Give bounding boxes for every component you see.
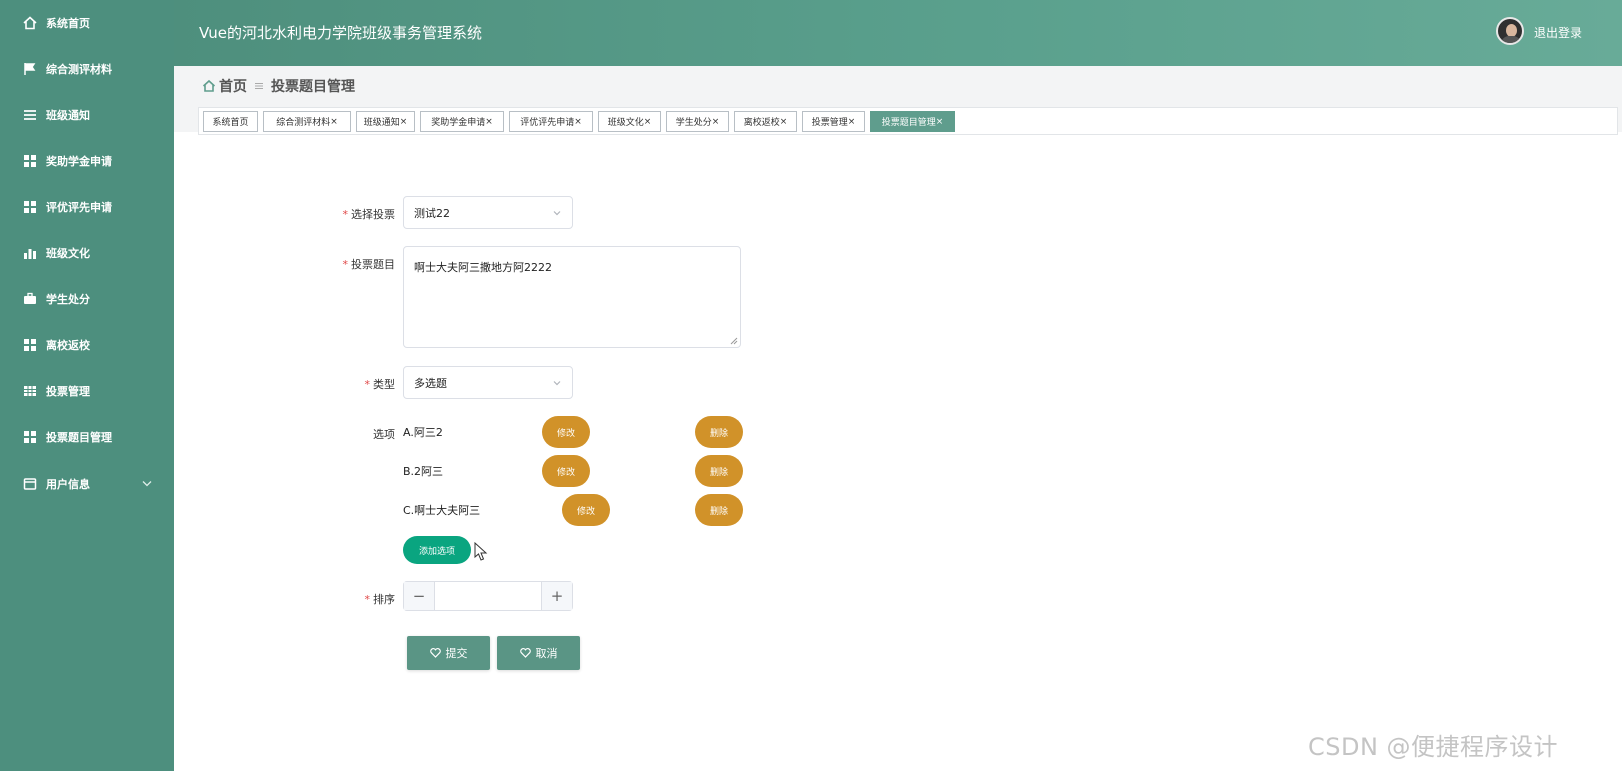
tag-item-active[interactable]: 投票题目管理 × — [870, 111, 955, 132]
edit-option-button[interactable]: 修改 — [542, 416, 590, 448]
tag-item[interactable]: 离校返校 × — [734, 111, 797, 132]
sidebar-item-label: 用户信息 — [46, 478, 90, 491]
question-textarea[interactable]: 啊士大夫阿三撒地方阿2222 — [403, 246, 741, 348]
tag-item[interactable]: 学生处分 × — [666, 111, 729, 132]
sidebar-item-scholarship[interactable]: 奖助学金申请 — [0, 138, 174, 184]
sidebar-item-label: 班级通知 — [46, 109, 90, 122]
close-icon[interactable]: × — [848, 117, 856, 127]
sidebar-item-label: 班级文化 — [46, 247, 90, 260]
sidebar-item-label: 综合测评材料 — [46, 63, 112, 76]
grid-icon — [22, 429, 38, 445]
option-text: A.阿三2 — [403, 426, 443, 439]
increment-button[interactable]: + — [541, 582, 572, 610]
submit-button[interactable]: 提交 — [407, 636, 490, 670]
tag-item[interactable]: 评优评先申请 × — [509, 111, 593, 132]
grid-icon — [22, 199, 38, 215]
close-icon[interactable]: × — [780, 117, 788, 127]
flag-icon — [22, 61, 38, 77]
sidebar-item-leave-return[interactable]: 离校返校 — [0, 322, 174, 368]
sidebar-item-label: 系统首页 — [46, 17, 90, 30]
tag-item[interactable]: 班级文化 × — [598, 111, 661, 132]
tag-item[interactable]: 系统首页 — [203, 111, 258, 132]
briefcase-icon — [22, 291, 38, 307]
sidebar-item-label: 投票管理 — [46, 385, 90, 398]
sort-stepper: − + — [403, 581, 573, 611]
sidebar: 系统首页 综合测评材料 班级通知 奖助学金申请 评优评先申请 班级文化 学生处分… — [0, 0, 174, 771]
grid-icon — [22, 337, 38, 353]
chevron-down-icon — [553, 380, 561, 385]
form-panel — [174, 132, 1622, 771]
tag-item[interactable]: 班级通知 × — [356, 111, 415, 132]
option-text: B.2阿三 — [403, 465, 444, 478]
delete-option-button[interactable]: 删除 — [695, 494, 743, 526]
close-icon[interactable]: × — [485, 117, 493, 127]
home-icon — [22, 15, 38, 31]
resize-grip-icon[interactable] — [730, 337, 738, 345]
decrement-button[interactable]: − — [404, 582, 435, 610]
mouse-cursor-icon — [474, 542, 488, 561]
sidebar-item-label: 学生处分 — [46, 293, 90, 306]
type-select[interactable]: 多选题 — [403, 366, 573, 399]
close-icon[interactable]: × — [644, 117, 652, 127]
heart-icon — [519, 648, 531, 658]
avatar[interactable] — [1496, 17, 1524, 45]
grid-icon — [22, 153, 38, 169]
delete-option-button[interactable]: 删除 — [695, 416, 743, 448]
heart-icon — [429, 648, 441, 658]
close-icon[interactable]: × — [574, 117, 582, 127]
options-label: 选项 — [373, 428, 395, 441]
tags-bar: 系统首页 综合测评材料 × 班级通知 × 奖助学金申请 × 评优评先申请 × 班级文化 ×… — [198, 107, 1618, 135]
add-option-button[interactable]: 添加选项 — [403, 536, 471, 564]
menu-icon — [22, 107, 38, 123]
type-label: * 类型 — [364, 378, 396, 391]
logout-link[interactable]: 退出登录 — [1534, 24, 1582, 41]
vote-select[interactable]: 测试22 — [403, 196, 573, 229]
sidebar-item-evaluation[interactable]: 综合测评材料 — [0, 46, 174, 92]
close-icon[interactable]: × — [936, 117, 944, 127]
edit-option-button[interactable]: 修改 — [542, 455, 590, 487]
breadcrumb: 首页 投票题目管理 — [202, 76, 355, 96]
watermark: CSDN @便捷程序设计 — [1308, 733, 1559, 761]
chevron-down-icon[interactable] — [142, 479, 152, 490]
bar-chart-icon — [22, 245, 38, 261]
sidebar-item-excellence[interactable]: 评优评先申请 — [0, 184, 174, 230]
app-title: Vue的河北水利电力学院班级事务管理系统 — [199, 24, 482, 42]
sidebar-item-vote-question[interactable]: 投票题目管理 — [0, 414, 174, 460]
breadcrumb-current: 投票题目管理 — [271, 79, 355, 95]
tag-item[interactable]: 奖助学金申请 × — [420, 111, 504, 132]
delete-option-button[interactable]: 删除 — [695, 455, 743, 487]
question-label: * 投票题目 — [342, 258, 396, 271]
breadcrumb-home[interactable]: 首页 — [219, 76, 247, 96]
sidebar-item-culture[interactable]: 班级文化 — [0, 230, 174, 276]
sidebar-item-home[interactable]: 系统首页 — [0, 0, 174, 46]
tag-item[interactable]: 投票管理 × — [802, 111, 865, 132]
sidebar-item-user-info[interactable]: 用户信息 — [0, 461, 174, 507]
breadcrumb-separator — [255, 80, 263, 93]
sort-label: * 排序 — [364, 593, 396, 606]
cancel-button[interactable]: 取消 — [497, 636, 580, 670]
sidebar-item-notice[interactable]: 班级通知 — [0, 92, 174, 138]
close-icon[interactable]: × — [712, 117, 720, 127]
option-text: C.啊士大夫阿三 — [403, 504, 481, 517]
window-icon — [22, 476, 38, 492]
home-icon — [202, 79, 216, 92]
main-area — [174, 66, 1622, 771]
sidebar-item-label: 奖助学金申请 — [46, 155, 112, 168]
vote-select-label: * 选择投票 — [342, 208, 396, 221]
sidebar-item-label: 评优评先申请 — [46, 201, 112, 214]
sidebar-item-vote-manage[interactable]: 投票管理 — [0, 368, 174, 414]
chevron-down-icon — [553, 210, 561, 215]
edit-option-button[interactable]: 修改 — [562, 494, 610, 526]
close-icon[interactable]: × — [330, 117, 338, 127]
sidebar-item-discipline[interactable]: 学生处分 — [0, 276, 174, 322]
top-header: Vue的河北水利电力学院班级事务管理系统 退出登录 — [174, 0, 1622, 66]
sidebar-item-label: 离校返校 — [46, 339, 90, 352]
table-icon — [22, 383, 38, 399]
sidebar-item-label: 投票题目管理 — [46, 431, 112, 444]
tag-item[interactable]: 综合测评材料 × — [263, 111, 351, 132]
sort-input[interactable] — [436, 582, 541, 610]
close-icon[interactable]: × — [400, 117, 408, 127]
